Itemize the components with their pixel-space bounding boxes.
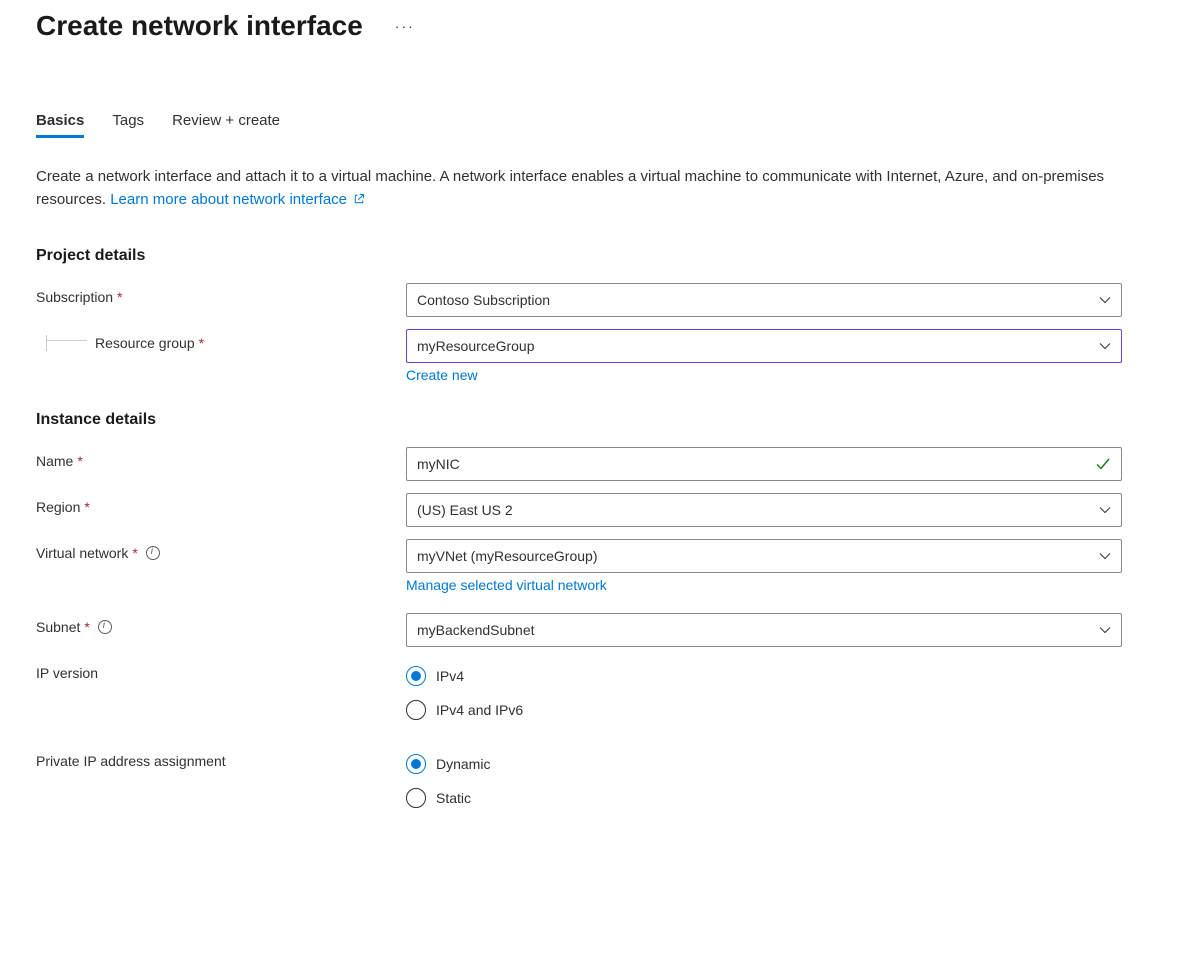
label-name: Name*	[36, 447, 406, 469]
name-input[interactable]: myNIC	[406, 447, 1122, 481]
region-dropdown[interactable]: (US) East US 2	[406, 493, 1122, 527]
intro-text: Create a network interface and attach it…	[36, 166, 1136, 211]
label-subscription: Subscription*	[36, 283, 406, 305]
resource-group-dropdown[interactable]: myResourceGroup	[406, 329, 1122, 363]
label-region: Region*	[36, 493, 406, 515]
tab-tags[interactable]: Tags	[112, 112, 144, 138]
label-ip-version: IP version	[36, 659, 406, 681]
chevron-down-icon	[1099, 504, 1111, 516]
learn-more-link[interactable]: Learn more about network interface	[110, 191, 365, 208]
tab-basics[interactable]: Basics	[36, 112, 84, 138]
tabs: Basics Tags Review + create	[36, 112, 1164, 138]
info-icon[interactable]	[98, 620, 112, 634]
create-new-resource-group-link[interactable]: Create new	[406, 367, 478, 383]
subnet-dropdown[interactable]: myBackendSubnet	[406, 613, 1122, 647]
section-project-details: Project details	[36, 247, 1164, 265]
checkmark-icon	[1095, 456, 1111, 472]
external-link-icon	[353, 193, 365, 205]
label-virtual-network: Virtual network*	[36, 539, 406, 561]
subscription-dropdown[interactable]: Contoso Subscription	[406, 283, 1122, 317]
chevron-down-icon	[1099, 340, 1111, 352]
label-resource-group: Resource group*	[36, 329, 406, 351]
chevron-down-icon	[1099, 294, 1111, 306]
chevron-down-icon	[1099, 624, 1111, 636]
label-subnet: Subnet*	[36, 613, 406, 635]
ip-version-ipv4-radio[interactable]	[406, 666, 426, 686]
info-icon[interactable]	[146, 546, 160, 560]
radio-label: Static	[436, 790, 471, 806]
more-actions-button[interactable]: ···	[391, 14, 419, 38]
ip-version-both-radio[interactable]	[406, 700, 426, 720]
private-ip-static-radio[interactable]	[406, 788, 426, 808]
page-title: Create network interface	[36, 10, 363, 42]
section-instance-details: Instance details	[36, 411, 1164, 429]
radio-label: IPv4 and IPv6	[436, 702, 523, 718]
chevron-down-icon	[1099, 550, 1111, 562]
private-ip-dynamic-radio[interactable]	[406, 754, 426, 774]
virtual-network-dropdown[interactable]: myVNet (myResourceGroup)	[406, 539, 1122, 573]
ip-version-radio-group: IPv4 IPv4 and IPv6	[406, 659, 1122, 727]
radio-label: IPv4	[436, 668, 464, 684]
radio-label: Dynamic	[436, 756, 490, 772]
tab-review-create[interactable]: Review + create	[172, 112, 280, 138]
label-private-ip-assignment: Private IP address assignment	[36, 747, 406, 769]
private-ip-radio-group: Dynamic Static	[406, 747, 1122, 815]
manage-virtual-network-link[interactable]: Manage selected virtual network	[406, 577, 607, 593]
